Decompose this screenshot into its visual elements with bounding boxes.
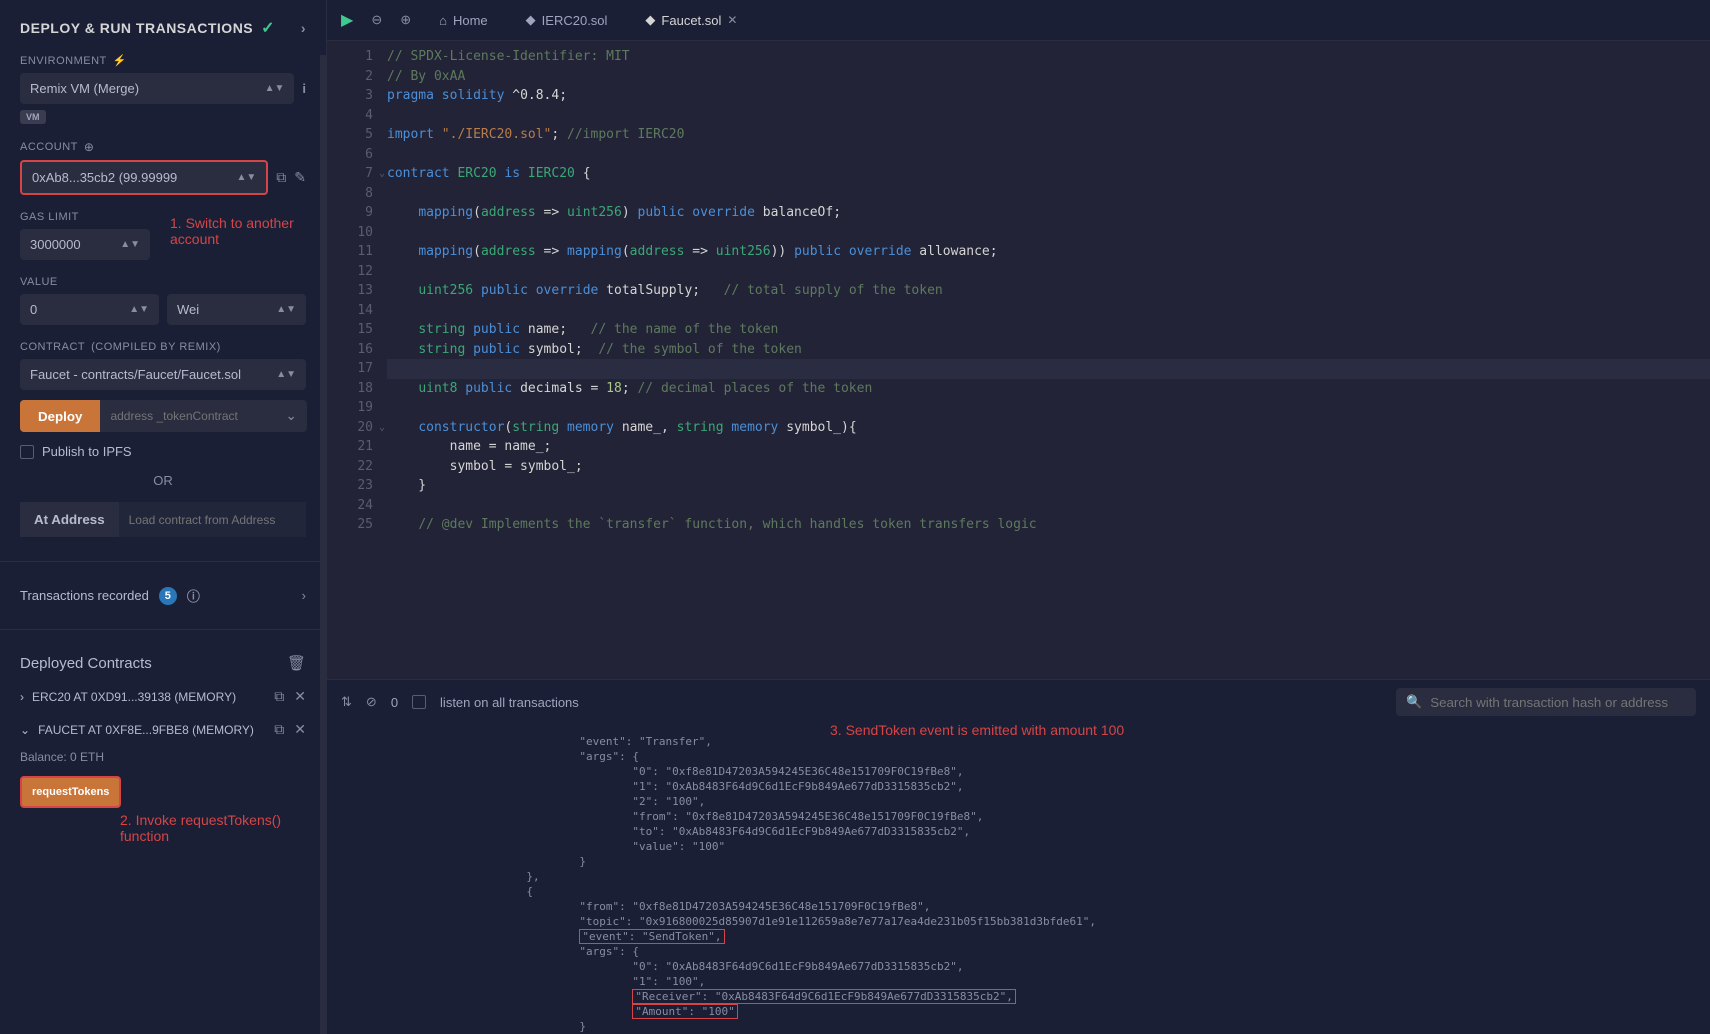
ban-icon[interactable]: ⊘ (366, 694, 377, 710)
code-editor[interactable]: 1234567⌄891011121314151617181920⌄2122232… (327, 41, 1710, 679)
solidity-icon: ◆ (645, 12, 655, 28)
publish-ipfs-label: Publish to IPFS (42, 444, 132, 459)
updown-icon: ▲▼ (129, 307, 149, 313)
value-label: VALUE (20, 276, 306, 288)
terminal-toolbar: ⇅ ⊘ 0 listen on all transactions 🔍 (327, 679, 1710, 724)
value-input[interactable]: 0 ▲▼ (20, 294, 159, 325)
terminal-output[interactable]: "event": "Transfer", "args": { "0": "0xf… (327, 724, 1710, 1034)
deploy-args-input[interactable] (100, 400, 275, 432)
transactions-header[interactable]: Transactions recorded 5 ⓘ › (0, 578, 326, 613)
edit-icon[interactable]: ✎ (294, 169, 306, 186)
request-tokens-button[interactable]: requestTokens (20, 776, 121, 808)
gaslimit-input[interactable]: 3000000 ▲▼ (20, 229, 150, 260)
main-area: ▶ ⊖ ⊕ ⌂ Home ◆ IERC20.sol ◆ Faucet.sol ✕… (327, 0, 1710, 1034)
home-icon: ⌂ (439, 13, 447, 28)
close-icon[interactable]: ✕ (294, 688, 306, 705)
tab-home[interactable]: ⌂ Home (429, 9, 498, 32)
terminal-search[interactable]: 🔍 (1396, 688, 1696, 716)
contract-select[interactable]: Faucet - contracts/Faucet/Faucet.sol ▲▼ (20, 359, 306, 390)
close-icon[interactable]: ✕ (294, 721, 306, 738)
environment-select[interactable]: Remix VM (Merge) ▲▼ (20, 73, 294, 104)
panel-header: DEPLOY & RUN TRANSACTIONS ✓ › (0, 10, 326, 46)
info-icon[interactable]: ⓘ (187, 586, 200, 605)
annotation-1: 1. Switch to another account (170, 215, 326, 247)
listen-label: listen on all transactions (440, 695, 579, 710)
trash-icon[interactable]: 🗑 (287, 654, 306, 672)
chevron-down-icon: ⌄ (20, 723, 30, 737)
balance-text: Balance: 0 ETH (0, 746, 326, 768)
copy-icon[interactable]: ⧉ (276, 169, 286, 186)
tx-count-badge: 5 (159, 587, 177, 605)
copy-icon[interactable]: ⧉ (274, 688, 284, 705)
check-icon: ✓ (261, 18, 275, 38)
account-label: ACCOUNT ⊕ (20, 140, 306, 154)
solidity-icon: ◆ (526, 12, 536, 28)
at-address-button[interactable]: At Address (20, 502, 119, 537)
contract-label: CONTRACT (Compiled by Remix) (20, 341, 306, 353)
publish-ipfs-checkbox[interactable] (20, 445, 34, 459)
deploy-button[interactable]: Deploy (20, 400, 100, 432)
chevron-right-icon[interactable]: › (301, 20, 306, 36)
value-unit-select[interactable]: Wei ▲▼ (167, 294, 306, 325)
chevron-right-icon: › (20, 690, 24, 704)
updown-icon: ▲▼ (276, 372, 296, 378)
deployed-contract-item[interactable]: › ERC20 AT 0XD91...39138 (MEMORY) ⧉ ✕ (0, 680, 326, 713)
at-address-input[interactable] (119, 502, 306, 537)
search-icon: 🔍 (1406, 694, 1422, 710)
toolbar: ▶ ⊖ ⊕ ⌂ Home ◆ IERC20.sol ◆ Faucet.sol ✕ (327, 0, 1710, 41)
tab-faucet[interactable]: ◆ Faucet.sol ✕ (635, 8, 747, 32)
toggle-icon[interactable]: ⇅ (341, 694, 352, 710)
play-icon[interactable]: ▶ (341, 10, 353, 30)
search-input[interactable] (1430, 695, 1686, 710)
or-text: OR (20, 473, 306, 488)
scrollbar[interactable] (320, 55, 326, 1034)
updown-icon: ▲▼ (265, 86, 285, 92)
code-content[interactable]: // SPDX-License-Identifier: MIT// By 0xA… (387, 41, 1710, 679)
deployed-contract-item[interactable]: ⌄ FAUCET AT 0XF8E...9FBE8 (MEMORY) ⧉ ✕ (0, 713, 326, 746)
copy-icon[interactable]: ⧉ (274, 721, 284, 738)
chevron-right-icon[interactable]: › (302, 588, 306, 603)
listen-checkbox[interactable] (412, 695, 426, 709)
environment-label: ENVIRONMENT ⚡ (20, 54, 306, 67)
expand-button[interactable]: ⌄ (275, 400, 306, 432)
deploy-panel: DEPLOY & RUN TRANSACTIONS ✓ › ENVIRONMEN… (0, 0, 327, 1034)
tab-ierc20[interactable]: ◆ IERC20.sol (516, 8, 618, 32)
zoom-out-icon[interactable]: ⊖ (371, 12, 382, 28)
info-icon[interactable]: i (302, 81, 306, 96)
updown-icon: ▲▼ (276, 307, 296, 313)
pending-count: 0 (391, 695, 398, 710)
plus-icon[interactable]: ⊕ (84, 140, 95, 154)
updown-icon: ▲▼ (120, 242, 140, 248)
vm-badge: VM (20, 110, 46, 124)
panel-title: DEPLOY & RUN TRANSACTIONS (20, 20, 253, 36)
close-icon[interactable]: ✕ (727, 13, 737, 27)
annotation-2: 2. Invoke requestTokens() function (120, 812, 326, 844)
zoom-in-icon[interactable]: ⊕ (400, 12, 411, 28)
plug-icon: ⚡ (113, 54, 127, 67)
updown-icon: ▲▼ (236, 175, 256, 181)
deployed-header: Deployed Contracts (20, 655, 152, 672)
account-select[interactable]: 0xAb8...35cb2 (99.99999 ▲▼ (20, 160, 268, 195)
annotation-3: 3. SendToken event is emitted with amoun… (830, 722, 1124, 738)
line-gutter: 1234567⌄891011121314151617181920⌄2122232… (327, 41, 387, 679)
